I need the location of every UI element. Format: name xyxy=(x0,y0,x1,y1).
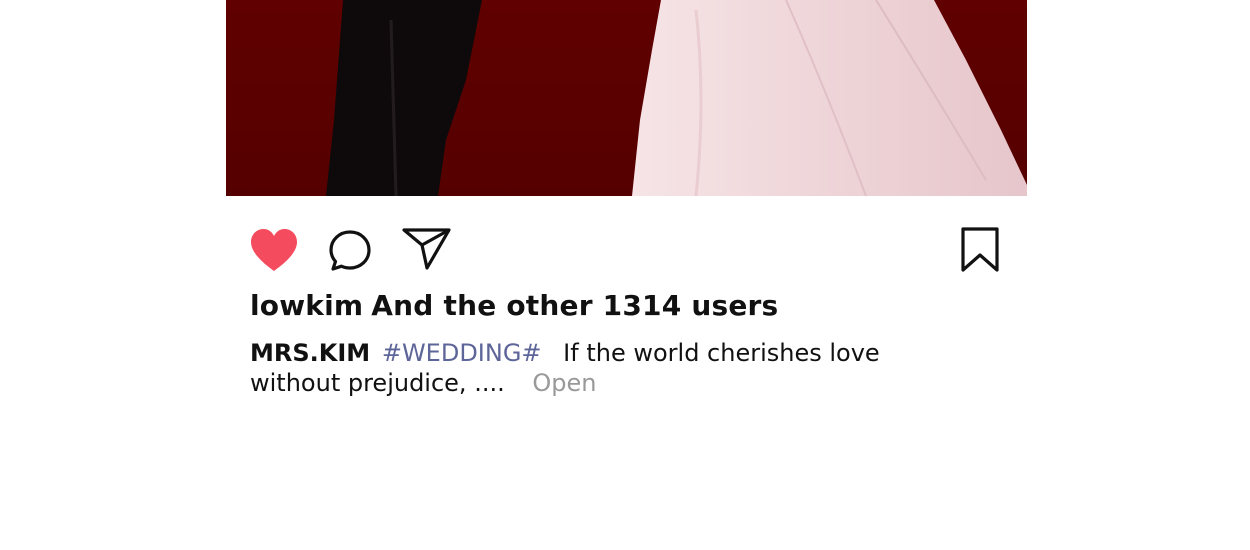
heart-icon[interactable] xyxy=(249,227,299,275)
caption-open-link[interactable]: Open xyxy=(532,369,596,397)
caption-hashtag[interactable]: #WEDDING# xyxy=(382,339,542,367)
caption-username[interactable]: MRS.KIM xyxy=(250,339,370,367)
likes-count-text[interactable]: And the other 1314 users xyxy=(371,289,778,322)
post-photo[interactable] xyxy=(226,0,1027,196)
post-card: lowkim And the other 1314 users MRS.KIM #… xyxy=(226,0,1027,550)
likes-username[interactable]: lowkim xyxy=(250,289,363,322)
comment-icon[interactable] xyxy=(328,229,372,273)
likes-summary: lowkim And the other 1314 users xyxy=(250,289,778,322)
action-bar xyxy=(226,196,1027,286)
post-caption: MRS.KIM #WEDDING# If the world cherishes… xyxy=(250,338,970,398)
wedding-photo xyxy=(226,0,1027,196)
paper-plane-icon[interactable] xyxy=(402,226,452,272)
bookmark-icon[interactable] xyxy=(960,226,1000,274)
